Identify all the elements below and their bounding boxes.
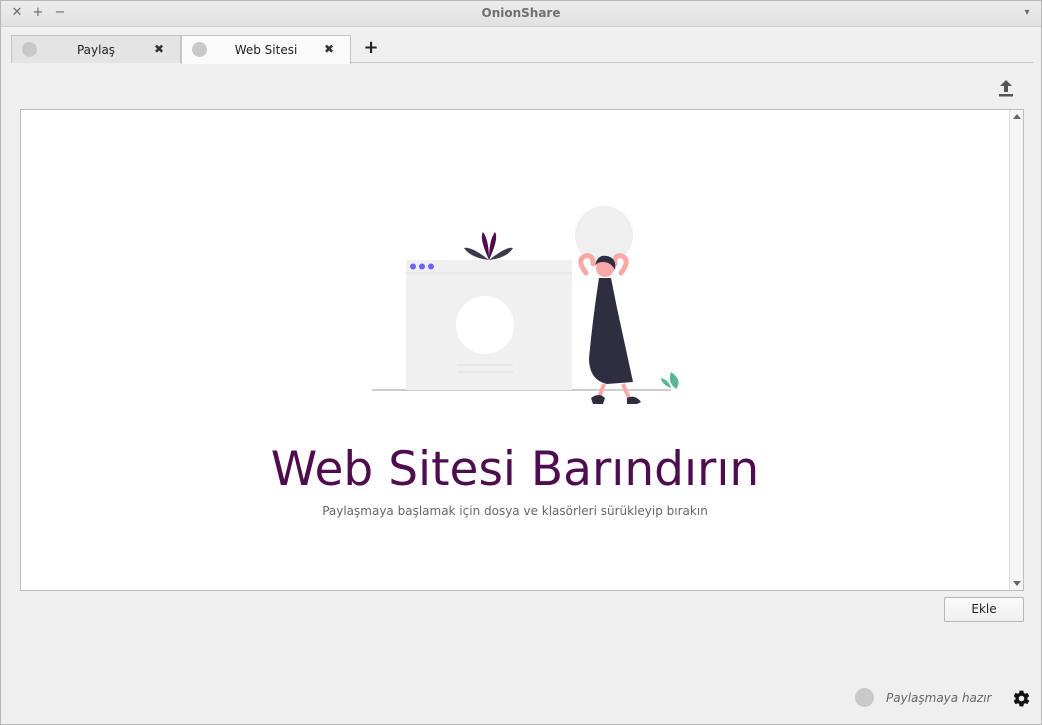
drop-instructions: Paylaşmaya başlamak için dosya ve klasör… <box>322 504 708 518</box>
page-headline: Web Sitesi Barındırın <box>270 442 760 497</box>
website-illustration <box>371 198 701 408</box>
gear-icon[interactable] <box>1012 689 1031 708</box>
window-menu-button[interactable]: ▾ <box>1019 5 1035 21</box>
new-tab-button[interactable]: + <box>361 38 381 58</box>
tab-website[interactable]: Web Sitesi ✖ <box>181 35 351 64</box>
status-text: Paylaşmaya hazır <box>886 691 992 705</box>
tab-close-icon[interactable]: ✖ <box>154 42 164 56</box>
add-button[interactable]: Ekle <box>944 597 1024 622</box>
upload-icon[interactable] <box>995 77 1017 99</box>
vertical-scrollbar[interactable] <box>1009 110 1023 590</box>
tab-share[interactable]: Paylaş ✖ <box>11 35 181 63</box>
app-window: ✕ + − OnionShare ▾ Paylaş ✖ Web Sitesi ✖… <box>0 0 1042 725</box>
scroll-up-icon[interactable] <box>1013 114 1021 119</box>
window-title: OnionShare <box>481 6 561 20</box>
scroll-down-icon[interactable] <box>1013 581 1021 586</box>
drop-area[interactable]: Web Sitesi Barındırın Paylaşmaya başlama… <box>20 109 1024 591</box>
tab-close-icon[interactable]: ✖ <box>324 42 334 56</box>
title-bar: ✕ + − OnionShare ▾ <box>1 1 1041 27</box>
status-indicator <box>855 688 874 707</box>
tab-bar: Paylaş ✖ Web Sitesi ✖ + <box>11 35 1033 64</box>
